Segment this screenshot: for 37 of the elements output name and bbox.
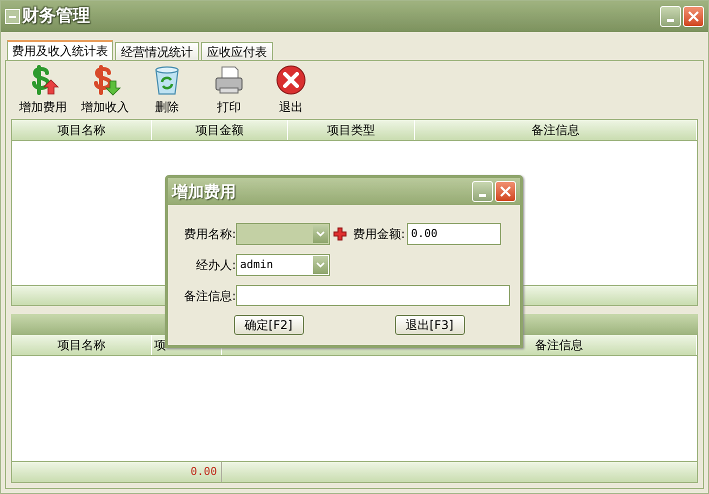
close-icon <box>499 185 512 198</box>
plus-icon[interactable] <box>333 227 347 241</box>
column-header[interactable]: 项目名称 <box>12 335 152 355</box>
column-header[interactable]: 项目名称 <box>12 120 152 140</box>
remark-field[interactable] <box>236 285 510 306</box>
minimize-button[interactable] <box>660 6 681 27</box>
column-header[interactable]: 项目类型 <box>288 120 415 140</box>
printer-icon <box>213 64 245 96</box>
tab[interactable]: 应收应付表 <box>201 42 273 60</box>
column-header[interactable]: 备注信息 <box>415 120 697 140</box>
tab[interactable]: 费用及收入统计表 <box>7 40 113 60</box>
toolbar-button[interactable]: 增加费用 <box>15 64 71 116</box>
field-label: 费用名称: <box>182 226 236 243</box>
chevron-down-icon <box>316 231 325 237</box>
close-icon <box>687 10 700 23</box>
column-header[interactable]: 项目金额 <box>152 120 288 140</box>
dialog-title: 增加费用 <box>172 180 236 202</box>
toolbar-button[interactable]: 退出 <box>263 64 319 116</box>
window-menu-button[interactable] <box>5 9 20 24</box>
close-button[interactable] <box>683 6 704 27</box>
window-title: 财务管理 <box>22 4 90 28</box>
total-amount: 0.00 <box>190 464 217 480</box>
dialog-button[interactable]: 确定[F2] <box>234 315 304 335</box>
chevron-down-icon <box>316 262 325 268</box>
handler-dropdown[interactable]: admin <box>236 254 330 276</box>
toolbar-button[interactable]: 打印 <box>201 64 257 116</box>
toolbar-button[interactable]: 增加收入 <box>77 64 133 116</box>
dialog-button[interactable]: 退出[F3] <box>394 315 464 335</box>
field-label: 费用金额: <box>353 226 406 243</box>
close-icon <box>275 64 307 96</box>
field-label: 经办人: <box>194 257 236 274</box>
tab[interactable]: 经营情况统计 <box>115 42 199 60</box>
field-label: 备注信息: <box>182 288 236 304</box>
close-button[interactable] <box>495 181 516 202</box>
minimize-button[interactable] <box>472 181 493 202</box>
amount-field[interactable]: 0.00 <box>407 223 502 245</box>
toolbar-button[interactable]: 删除 <box>139 64 195 116</box>
